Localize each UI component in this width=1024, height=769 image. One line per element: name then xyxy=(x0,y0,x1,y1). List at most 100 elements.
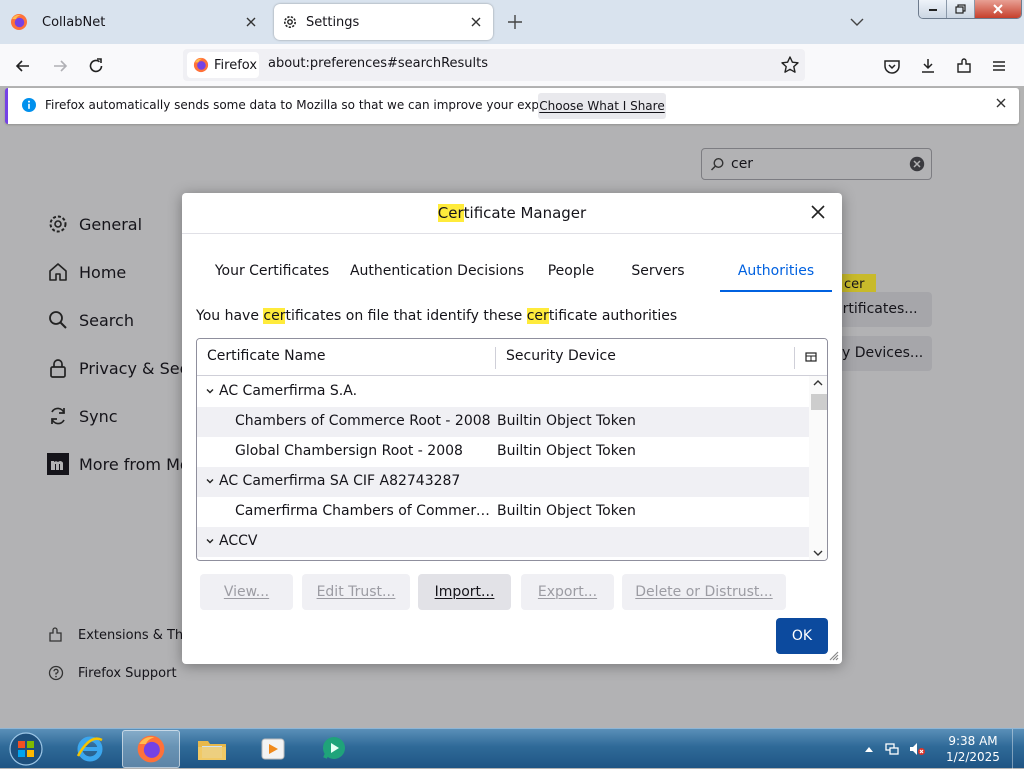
close-tab-icon[interactable] xyxy=(465,11,487,33)
start-button[interactable] xyxy=(6,730,46,768)
downloads-icon[interactable] xyxy=(915,53,941,79)
search-icon xyxy=(46,309,70,331)
maximize-button[interactable] xyxy=(947,0,975,18)
sidebar-item-search[interactable]: Search xyxy=(46,304,134,336)
taskbar-media-player[interactable] xyxy=(244,730,302,768)
taskbar-firefox[interactable] xyxy=(122,730,180,768)
list-all-tabs-button[interactable] xyxy=(846,11,868,33)
info-icon xyxy=(21,97,37,113)
tree-header: Certificate Name Security Device xyxy=(197,339,827,376)
window-close-button[interactable] xyxy=(975,0,1021,18)
column-divider[interactable] xyxy=(495,347,496,369)
tree-row-group[interactable]: AC Camerfirma SA CIF A82743287 xyxy=(197,467,809,497)
sidebar-item-more-from-mozilla[interactable]: More from Mo xyxy=(46,448,190,480)
media-player-icon xyxy=(258,734,288,764)
sync-icon xyxy=(46,405,70,427)
tree-row-group[interactable]: ACCV xyxy=(197,527,809,557)
search-value: cer xyxy=(731,156,754,172)
firefox-icon xyxy=(10,13,28,31)
tree-row-certificate[interactable]: Camerfirma Chambers of Commerce … Builti… xyxy=(197,497,809,527)
chevron-down-icon[interactable] xyxy=(205,536,215,546)
sidebar-item-home[interactable]: Home xyxy=(46,256,126,288)
minimize-button[interactable] xyxy=(919,0,947,18)
taskbar-internet-explorer[interactable] xyxy=(61,730,119,768)
column-security-device[interactable]: Security Device xyxy=(506,348,616,364)
forward-button[interactable] xyxy=(47,53,73,79)
clock-date: 1/2/2025 xyxy=(946,750,1000,764)
export-button[interactable]: Export... xyxy=(521,574,614,610)
home-icon xyxy=(46,261,70,283)
clear-search-icon[interactable] xyxy=(909,156,925,172)
column-picker-icon[interactable] xyxy=(805,351,817,363)
internet-explorer-icon xyxy=(75,734,105,764)
edit-trust-button[interactable]: Edit Trust... xyxy=(302,574,410,610)
certificate-tree[interactable]: Certificate Name Security Device AC Came… xyxy=(196,338,828,561)
view-certificates-button: ertificates... xyxy=(832,292,932,327)
tab-people[interactable]: People xyxy=(534,255,608,292)
sidebar-item-sync[interactable]: Sync xyxy=(46,400,118,432)
close-notification-icon[interactable] xyxy=(995,97,1007,109)
tab-strip: CollabNet Settings xyxy=(0,0,1024,44)
mozilla-icon xyxy=(46,453,70,475)
ok-button[interactable]: OK xyxy=(776,618,828,654)
help-icon xyxy=(48,665,64,681)
tab-servers[interactable]: Servers xyxy=(616,255,700,292)
tree-row-certificate[interactable]: Chambers of Commerce Root - 2008 Builtin… xyxy=(197,407,809,437)
chevron-down-icon[interactable] xyxy=(205,386,215,396)
taskbar: 9:38 AM 1/2/2025 xyxy=(0,728,1024,769)
tab-authorities[interactable]: Authorities xyxy=(720,255,832,292)
tab-your-certificates[interactable]: Your Certificates xyxy=(204,255,340,292)
scroll-down-icon[interactable] xyxy=(809,546,827,560)
taskbar-file-explorer[interactable] xyxy=(183,730,241,768)
chevron-down-icon[interactable] xyxy=(205,476,215,486)
tree-row-group[interactable]: AC Camerfirma S.A. xyxy=(197,377,809,407)
tab-authentication-decisions[interactable]: Authentication Decisions xyxy=(344,255,530,292)
choose-what-i-share-label: Choose What I Share xyxy=(539,99,665,113)
view-button[interactable]: View... xyxy=(200,574,293,610)
delete-or-distrust-button[interactable]: Delete or Distrust... xyxy=(622,574,786,610)
volume-muted-icon[interactable] xyxy=(908,741,926,757)
close-dialog-icon[interactable] xyxy=(810,204,826,220)
tab-title: CollabNet xyxy=(42,14,106,30)
sidebar-item-general[interactable]: General xyxy=(46,208,142,240)
certificate-manager-dialog: Certificate Manager Your Certificates Au… xyxy=(182,193,842,664)
resize-grip-icon[interactable] xyxy=(827,649,839,661)
settings-search-input[interactable]: cer xyxy=(701,148,932,180)
system-tray xyxy=(864,729,926,769)
close-tab-icon[interactable] xyxy=(240,11,262,33)
import-button[interactable]: Import... xyxy=(418,574,511,610)
reload-button[interactable] xyxy=(83,53,109,79)
firefox-icon xyxy=(193,57,209,73)
security-devices-button: y Devices... xyxy=(832,336,932,371)
notification-text: Firefox automatically sends some data to… xyxy=(45,98,588,112)
lock-icon xyxy=(46,357,70,379)
sidebar-extensions-themes[interactable]: Extensions & The xyxy=(48,627,191,643)
scroll-up-icon[interactable] xyxy=(809,376,827,390)
menu-icon[interactable] xyxy=(986,53,1012,79)
back-button[interactable] xyxy=(10,53,36,79)
network-icon[interactable] xyxy=(884,741,900,757)
bookmark-star-icon[interactable] xyxy=(780,55,800,75)
clock[interactable]: 9:38 AM 1/2/2025 xyxy=(944,733,1002,765)
tab-collabnet[interactable]: CollabNet xyxy=(0,4,268,40)
url-bar[interactable]: Firefox about:preferences#searchResults xyxy=(183,49,805,81)
pocket-icon[interactable] xyxy=(879,53,905,79)
sidebar-item-privacy[interactable]: Privacy & Secu xyxy=(46,352,199,384)
tree-scrollbar[interactable] xyxy=(809,376,827,560)
taskbar-app[interactable] xyxy=(305,730,363,768)
extensions-icon[interactable] xyxy=(951,53,977,79)
identity-box[interactable]: Firefox xyxy=(187,52,259,78)
show-desktop-button[interactable] xyxy=(1012,729,1024,769)
new-tab-button[interactable] xyxy=(504,11,526,33)
divider xyxy=(182,233,842,234)
show-hidden-icons-icon[interactable] xyxy=(864,745,874,753)
sidebar-firefox-support[interactable]: Firefox Support xyxy=(48,665,177,681)
tree-row-certificate[interactable]: Global Chambersign Root - 2008 Builtin O… xyxy=(197,437,809,467)
gear-icon xyxy=(46,213,70,235)
column-certificate-name[interactable]: Certificate Name xyxy=(207,348,325,364)
column-divider[interactable] xyxy=(794,347,795,369)
choose-what-i-share-button[interactable]: Choose What I Share xyxy=(538,93,666,119)
tab-title: Settings xyxy=(306,14,360,30)
tab-settings[interactable]: Settings xyxy=(274,4,493,40)
scrollbar-thumb[interactable] xyxy=(811,394,827,410)
